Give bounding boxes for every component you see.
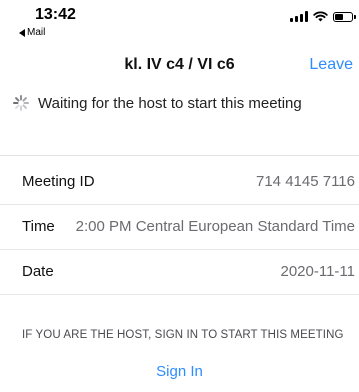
spinner-icon	[13, 95, 29, 111]
date-row: Date 2020-11-11	[0, 250, 359, 295]
status-time: 13:42	[35, 6, 76, 23]
status-bar: 13:42 Mail	[0, 0, 359, 42]
status-icons	[290, 11, 356, 22]
meeting-id-value: 714 4145 7116	[256, 173, 355, 190]
date-label: Date	[22, 263, 54, 280]
battery-icon	[333, 11, 356, 22]
time-value: 2:00 PM Central European Standard Time	[75, 218, 355, 235]
time-row: Time 2:00 PM Central European Standard T…	[0, 205, 359, 250]
meeting-title: kl. IV c4 / VI c6	[124, 56, 235, 73]
date-value: 2020-11-11	[280, 263, 355, 280]
leave-button[interactable]: Leave	[309, 56, 353, 74]
waiting-status: Waiting for the host to start this meeti…	[12, 94, 302, 112]
back-arrow-icon	[19, 28, 25, 37]
back-to-app-button[interactable]: Mail	[19, 27, 45, 38]
divider	[0, 155, 359, 156]
meeting-id-label: Meeting ID	[22, 173, 95, 190]
nav-bar: kl. IV c4 / VI c6 Leave	[0, 46, 359, 82]
back-app-label: Mail	[27, 27, 46, 38]
meeting-id-row: Meeting ID 714 4145 7116	[0, 160, 359, 205]
wifi-icon	[313, 11, 328, 22]
signal-icon	[290, 11, 308, 22]
host-instructions: IF YOU ARE THE HOST, SIGN IN TO START TH…	[22, 329, 344, 341]
waiting-message: Waiting for the host to start this meeti…	[38, 94, 302, 112]
time-label: Time	[22, 218, 55, 235]
sign-in-button[interactable]: Sign In	[0, 363, 359, 380]
